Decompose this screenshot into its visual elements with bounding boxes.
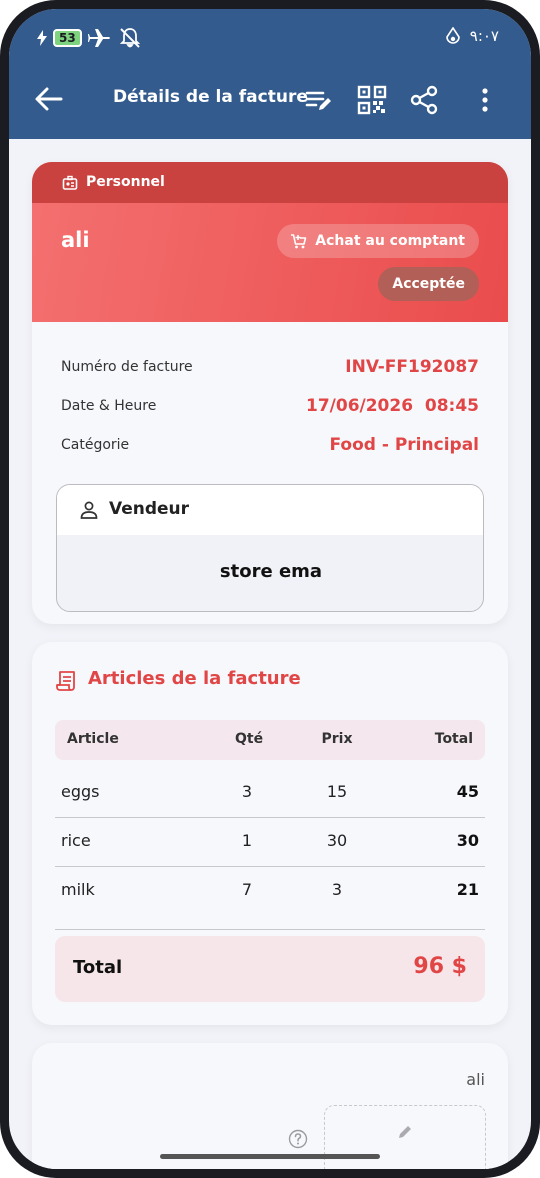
item-qty: 3	[241, 782, 253, 801]
share-icon[interactable]	[409, 85, 439, 115]
clock: ٩:٠٧	[469, 27, 499, 45]
page-title: Détails de la facture	[113, 87, 308, 107]
more-vert-icon[interactable]	[470, 85, 500, 115]
status-left: 53	[37, 27, 142, 49]
item-article: milk	[61, 880, 95, 899]
item-qty: 1	[241, 831, 253, 850]
account-type-bar: Personnel	[32, 162, 508, 203]
notifications-off-icon	[119, 28, 140, 48]
screen: 53 ٩:٠٧ Détails de la facture Personnel …	[9, 9, 531, 1169]
date-time-label: Date & Heure	[61, 398, 157, 414]
person-icon	[80, 501, 98, 519]
header-total: Total	[434, 731, 473, 747]
category-row: Catégorie Food - Principal	[61, 435, 479, 459]
status-bar: 53 ٩:٠٧	[9, 27, 531, 51]
table-row: milk 7 3 21	[55, 866, 485, 915]
invoice-items-card: Articles de la facture Article Qté Prix …	[32, 642, 508, 1025]
home-indicator[interactable]	[160, 1154, 380, 1159]
category-value: Food - Principal	[329, 435, 480, 455]
account-type-label: Personnel	[86, 174, 165, 190]
items-section-title: Articles de la facture	[88, 668, 301, 689]
table-row: rice 1 30 30	[55, 817, 485, 866]
total-value: 96 $	[413, 954, 467, 979]
invoice-number-value: INV-FF192087	[345, 357, 479, 377]
total-label: Total	[73, 957, 123, 978]
item-total: 30	[456, 831, 479, 850]
item-article: eggs	[61, 782, 100, 801]
item-price: 15	[326, 782, 348, 801]
back-arrow-icon[interactable]	[33, 85, 65, 113]
edit-list-icon[interactable]	[304, 85, 334, 115]
app-bar: Détails de la facture	[9, 73, 531, 125]
item-price: 3	[331, 880, 343, 899]
item-price: 30	[326, 831, 348, 850]
badge-icon	[62, 175, 78, 190]
items-table-header: Article Qté Prix Total	[55, 720, 485, 760]
customer-name: ali	[61, 228, 90, 252]
battery-indicator: 53	[53, 29, 82, 47]
purchase-type-label: Achat au comptant	[315, 233, 465, 249]
cart-add-icon	[291, 234, 307, 249]
invoice-hero: Personnel ali Achat au comptant Acceptée	[32, 162, 508, 322]
signature-card: ali	[32, 1043, 508, 1169]
signature-pad[interactable]	[324, 1105, 486, 1169]
vendor-name: store ema	[219, 561, 323, 582]
category-label: Catégorie	[61, 437, 130, 453]
purchase-type-badge: Achat au comptant	[277, 224, 479, 258]
vendor-label: Vendeur	[109, 499, 190, 519]
invoice-total: Total 96 $	[55, 936, 485, 1002]
signer-name: ali	[466, 1070, 485, 1089]
items-section-header: Articles de la facture	[56, 668, 356, 694]
item-qty: 7	[241, 880, 253, 899]
invoice-number-label: Numéro de facture	[61, 359, 193, 375]
header-qty: Qté	[235, 731, 264, 747]
date-time-value: 17/06/2026 08:45	[306, 396, 479, 416]
table-row: eggs 3 15 45	[55, 768, 485, 817]
status-badge: Acceptée	[378, 267, 479, 301]
top-bar: 53 ٩:٠٧ Détails de la facture	[9, 9, 531, 139]
item-total: 21	[456, 880, 479, 899]
status-right: ٩:٠٧	[445, 27, 499, 45]
pencil-icon	[399, 1126, 411, 1138]
receipt-icon	[56, 671, 75, 691]
data-saver-icon	[445, 27, 460, 44]
airplane-mode-icon	[87, 29, 110, 47]
item-article: rice	[61, 831, 91, 850]
qr-code-icon[interactable]	[357, 85, 387, 115]
item-total: 45	[456, 782, 479, 801]
vendor-box: Vendeur store ema	[56, 484, 484, 612]
vendor-header: Vendeur	[57, 485, 483, 535]
invoice-number-row: Numéro de facture INV-FF192087	[61, 357, 479, 381]
phone-frame: 53 ٩:٠٧ Détails de la facture Personnel …	[0, 0, 540, 1178]
header-article: Article	[67, 731, 119, 747]
header-price: Prix	[321, 731, 353, 747]
date-time-row: Date & Heure 17/06/2026 08:45	[61, 396, 479, 420]
help-icon[interactable]	[288, 1129, 308, 1149]
invoice-summary-card: Personnel ali Achat au comptant Acceptée…	[32, 162, 508, 624]
charging-icon	[37, 30, 47, 46]
table-bottom-divider	[55, 929, 485, 930]
